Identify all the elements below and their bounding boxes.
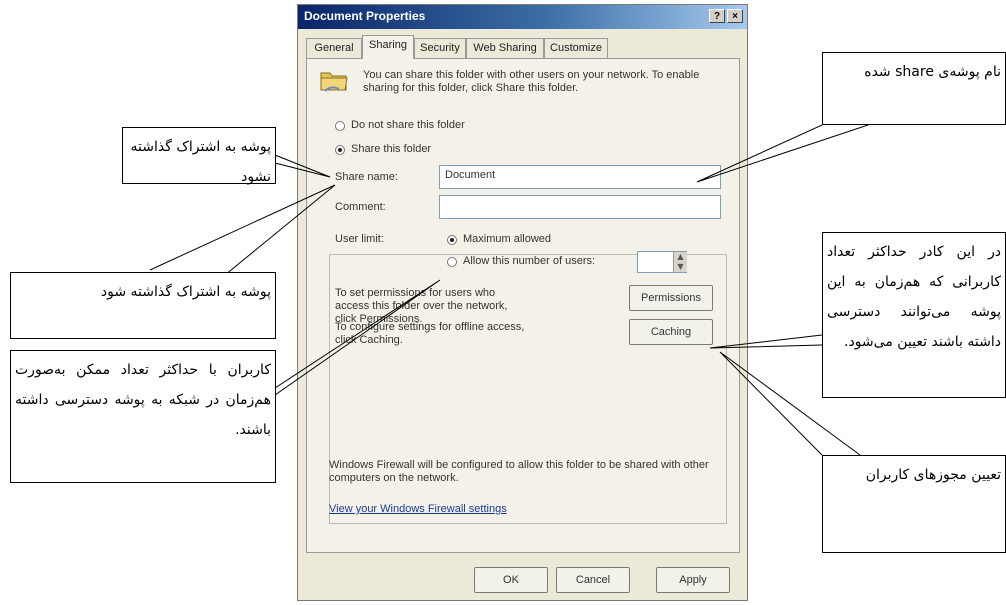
- allow-number-label: Allow this number of users:: [463, 255, 596, 267]
- user-limit-label: User limit:: [335, 233, 384, 245]
- close-button[interactable]: ×: [727, 9, 743, 23]
- tab-security[interactable]: Security: [414, 38, 466, 58]
- sharing-panel: You can share this folder with other use…: [306, 58, 740, 553]
- do-not-share-label: Do not share this folder: [351, 119, 465, 131]
- tab-general[interactable]: General: [306, 38, 362, 58]
- callout-share-name: نام پوشه‌ی share شده: [822, 52, 1006, 125]
- title-bar[interactable]: Document Properties ? ×: [298, 5, 747, 29]
- intro-text: You can share this folder with other use…: [363, 69, 700, 94]
- firewall-text: Windows Firewall will be configured to a…: [329, 459, 709, 484]
- help-button[interactable]: ?: [709, 9, 725, 23]
- permissions-button[interactable]: Permissions: [629, 285, 713, 311]
- comment-input[interactable]: [439, 195, 721, 219]
- share-name-label: Share name:: [335, 171, 398, 183]
- maximum-allowed-label: Maximum allowed: [463, 233, 552, 245]
- tab-sharing[interactable]: Sharing: [362, 35, 414, 59]
- tab-customize[interactable]: Customize: [544, 38, 608, 58]
- spinner-arrows[interactable]: ▲ ▼: [673, 252, 687, 272]
- firewall-settings-link[interactable]: View your Windows Firewall settings: [329, 503, 507, 516]
- callout-user-count: در این کادر حداکثر تعداد کاربرانی که هم‌…: [822, 232, 1006, 398]
- share-radio[interactable]: [335, 145, 345, 155]
- allow-number-radio[interactable]: [447, 257, 457, 267]
- folder-share-icon: [320, 72, 348, 92]
- cancel-button[interactable]: Cancel: [556, 567, 630, 593]
- caching-text: To configure settings for offline access…: [335, 321, 525, 346]
- caching-button[interactable]: Caching: [629, 319, 713, 345]
- apply-button[interactable]: Apply: [656, 567, 730, 593]
- share-label: Share this folder: [351, 143, 435, 156]
- callout-share: پوشه به اشتراک گذاشته شود: [10, 272, 276, 339]
- ok-button[interactable]: OK: [474, 567, 548, 593]
- callout-max-allowed: کاربران با حداکثر تعداد ممکن به‌صورت هم‌…: [10, 350, 276, 483]
- callout-do-not-share: پوشه به اشتراک گذاشته نشود: [122, 127, 276, 185]
- do-not-share-radio[interactable]: [335, 121, 345, 131]
- document-properties-dialog: Document Properties ? × General Sharing …: [297, 4, 748, 601]
- dialog-title: Document Properties: [304, 9, 426, 23]
- callout-permissions: تعیین مجوزهای کاربران: [822, 455, 1006, 553]
- share-name-input[interactable]: Document: [439, 165, 721, 189]
- comment-label: Comment:: [335, 201, 386, 213]
- maximum-allowed-radio[interactable]: [447, 235, 457, 245]
- tab-web-sharing[interactable]: Web Sharing: [466, 38, 544, 58]
